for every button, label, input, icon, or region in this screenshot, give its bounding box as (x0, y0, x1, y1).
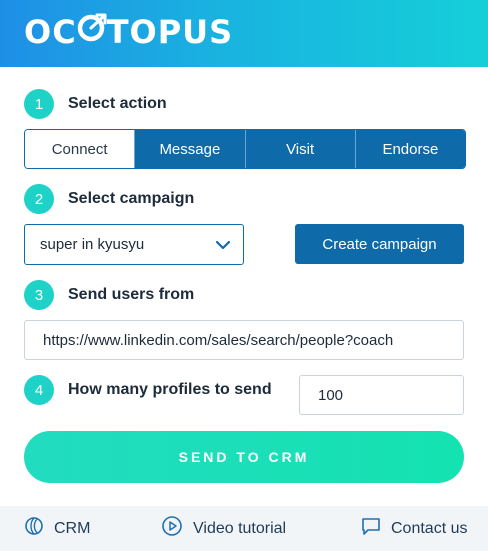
step-number: 4 (24, 375, 54, 405)
play-icon (161, 515, 193, 542)
footer-bar: CRM Video tutorial Contact us (0, 506, 488, 551)
app-header: OC TOPUS (0, 0, 488, 67)
logo-text-start: OC (24, 13, 77, 51)
action-message-button[interactable]: Message (134, 130, 245, 168)
crm-icon (24, 516, 54, 541)
campaign-select[interactable]: super in kyusyu (24, 224, 244, 265)
send-to-crm-button[interactable]: SEND TO CRM (24, 431, 464, 483)
step-label: How many profiles to send (68, 381, 272, 398)
action-connect-button[interactable]: Connect (25, 130, 135, 168)
chevron-down-icon (215, 237, 231, 257)
logo-text-end: TOPUS (106, 13, 234, 51)
step-number: 3 (24, 280, 54, 310)
step-send-users-from: 3 Send users from (24, 280, 194, 310)
crm-link-label: CRM (54, 519, 91, 537)
action-endorse-button[interactable]: Endorse (354, 130, 465, 168)
chat-icon (361, 516, 391, 541)
crm-link[interactable]: CRM (24, 506, 90, 551)
video-tutorial-label: Video tutorial (193, 519, 287, 537)
step-profile-count: 4 How many profiles to send (24, 375, 272, 405)
step-label: Send users from (68, 286, 195, 303)
action-selector: Connect Message Visit Endorse (24, 129, 466, 169)
contact-us-link[interactable]: Contact us (361, 506, 467, 551)
step-select-action: 1 Select action (24, 89, 167, 119)
action-visit-button[interactable]: Visit (244, 130, 355, 168)
contact-us-label: Contact us (391, 519, 468, 537)
step-number: 1 (24, 89, 54, 119)
source-url-input[interactable]: https://www.linkedin.com/sales/search/pe… (24, 320, 464, 360)
step-label: Select action (68, 95, 167, 112)
profile-count-input[interactable]: 100 (299, 375, 464, 415)
octopus-logo: OC TOPUS (24, 13, 233, 51)
step-label: Select campaign (68, 190, 195, 207)
video-tutorial-link[interactable]: Video tutorial (161, 506, 286, 551)
create-campaign-button[interactable]: Create campaign (295, 224, 464, 264)
logo-arrow-glyph (77, 13, 107, 51)
campaign-select-value: super in kyusyu (40, 236, 145, 253)
step-number: 2 (24, 184, 54, 214)
step-select-campaign: 2 Select campaign (24, 184, 194, 214)
